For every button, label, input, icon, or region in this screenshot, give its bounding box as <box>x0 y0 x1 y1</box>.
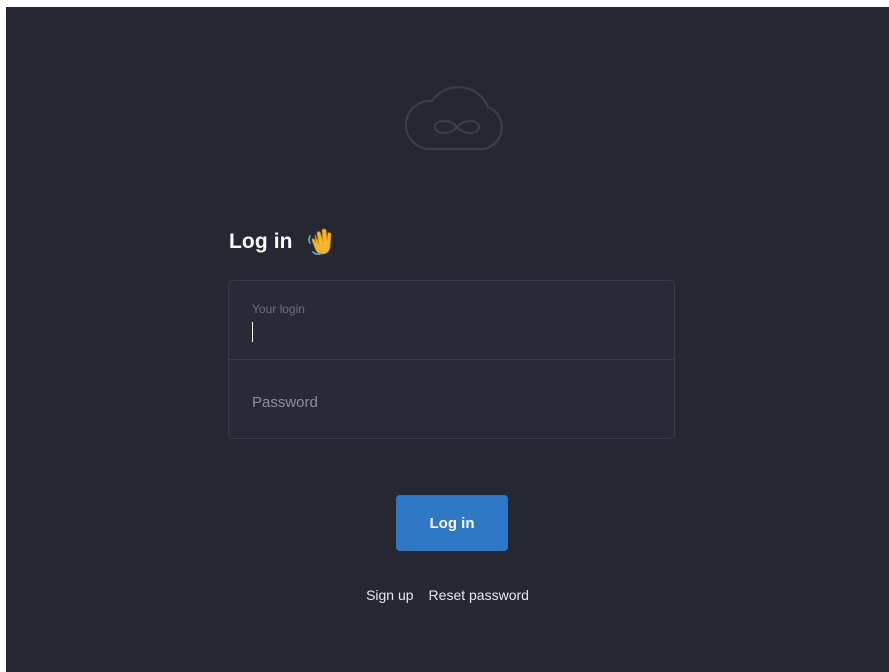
text-cursor <box>252 322 253 342</box>
login-form: Your login Password <box>228 280 675 439</box>
waving-hand-icon <box>307 228 331 256</box>
login-field[interactable]: Your login <box>229 281 674 360</box>
cloud-infinity-icon <box>404 86 503 151</box>
password-placeholder: Password <box>252 394 318 411</box>
login-field-label: Your login <box>252 302 305 316</box>
login-heading: Log in <box>229 227 337 257</box>
auth-links: Sign up Reset password <box>6 587 889 603</box>
password-field[interactable]: Password <box>229 360 674 439</box>
reset-password-link[interactable]: Reset password <box>429 587 529 603</box>
page-title: Log in <box>229 230 293 253</box>
login-window: Log in Your login Password Log in Sign u… <box>6 7 889 672</box>
signup-link[interactable]: Sign up <box>366 587 413 603</box>
login-button[interactable]: Log in <box>396 495 508 551</box>
